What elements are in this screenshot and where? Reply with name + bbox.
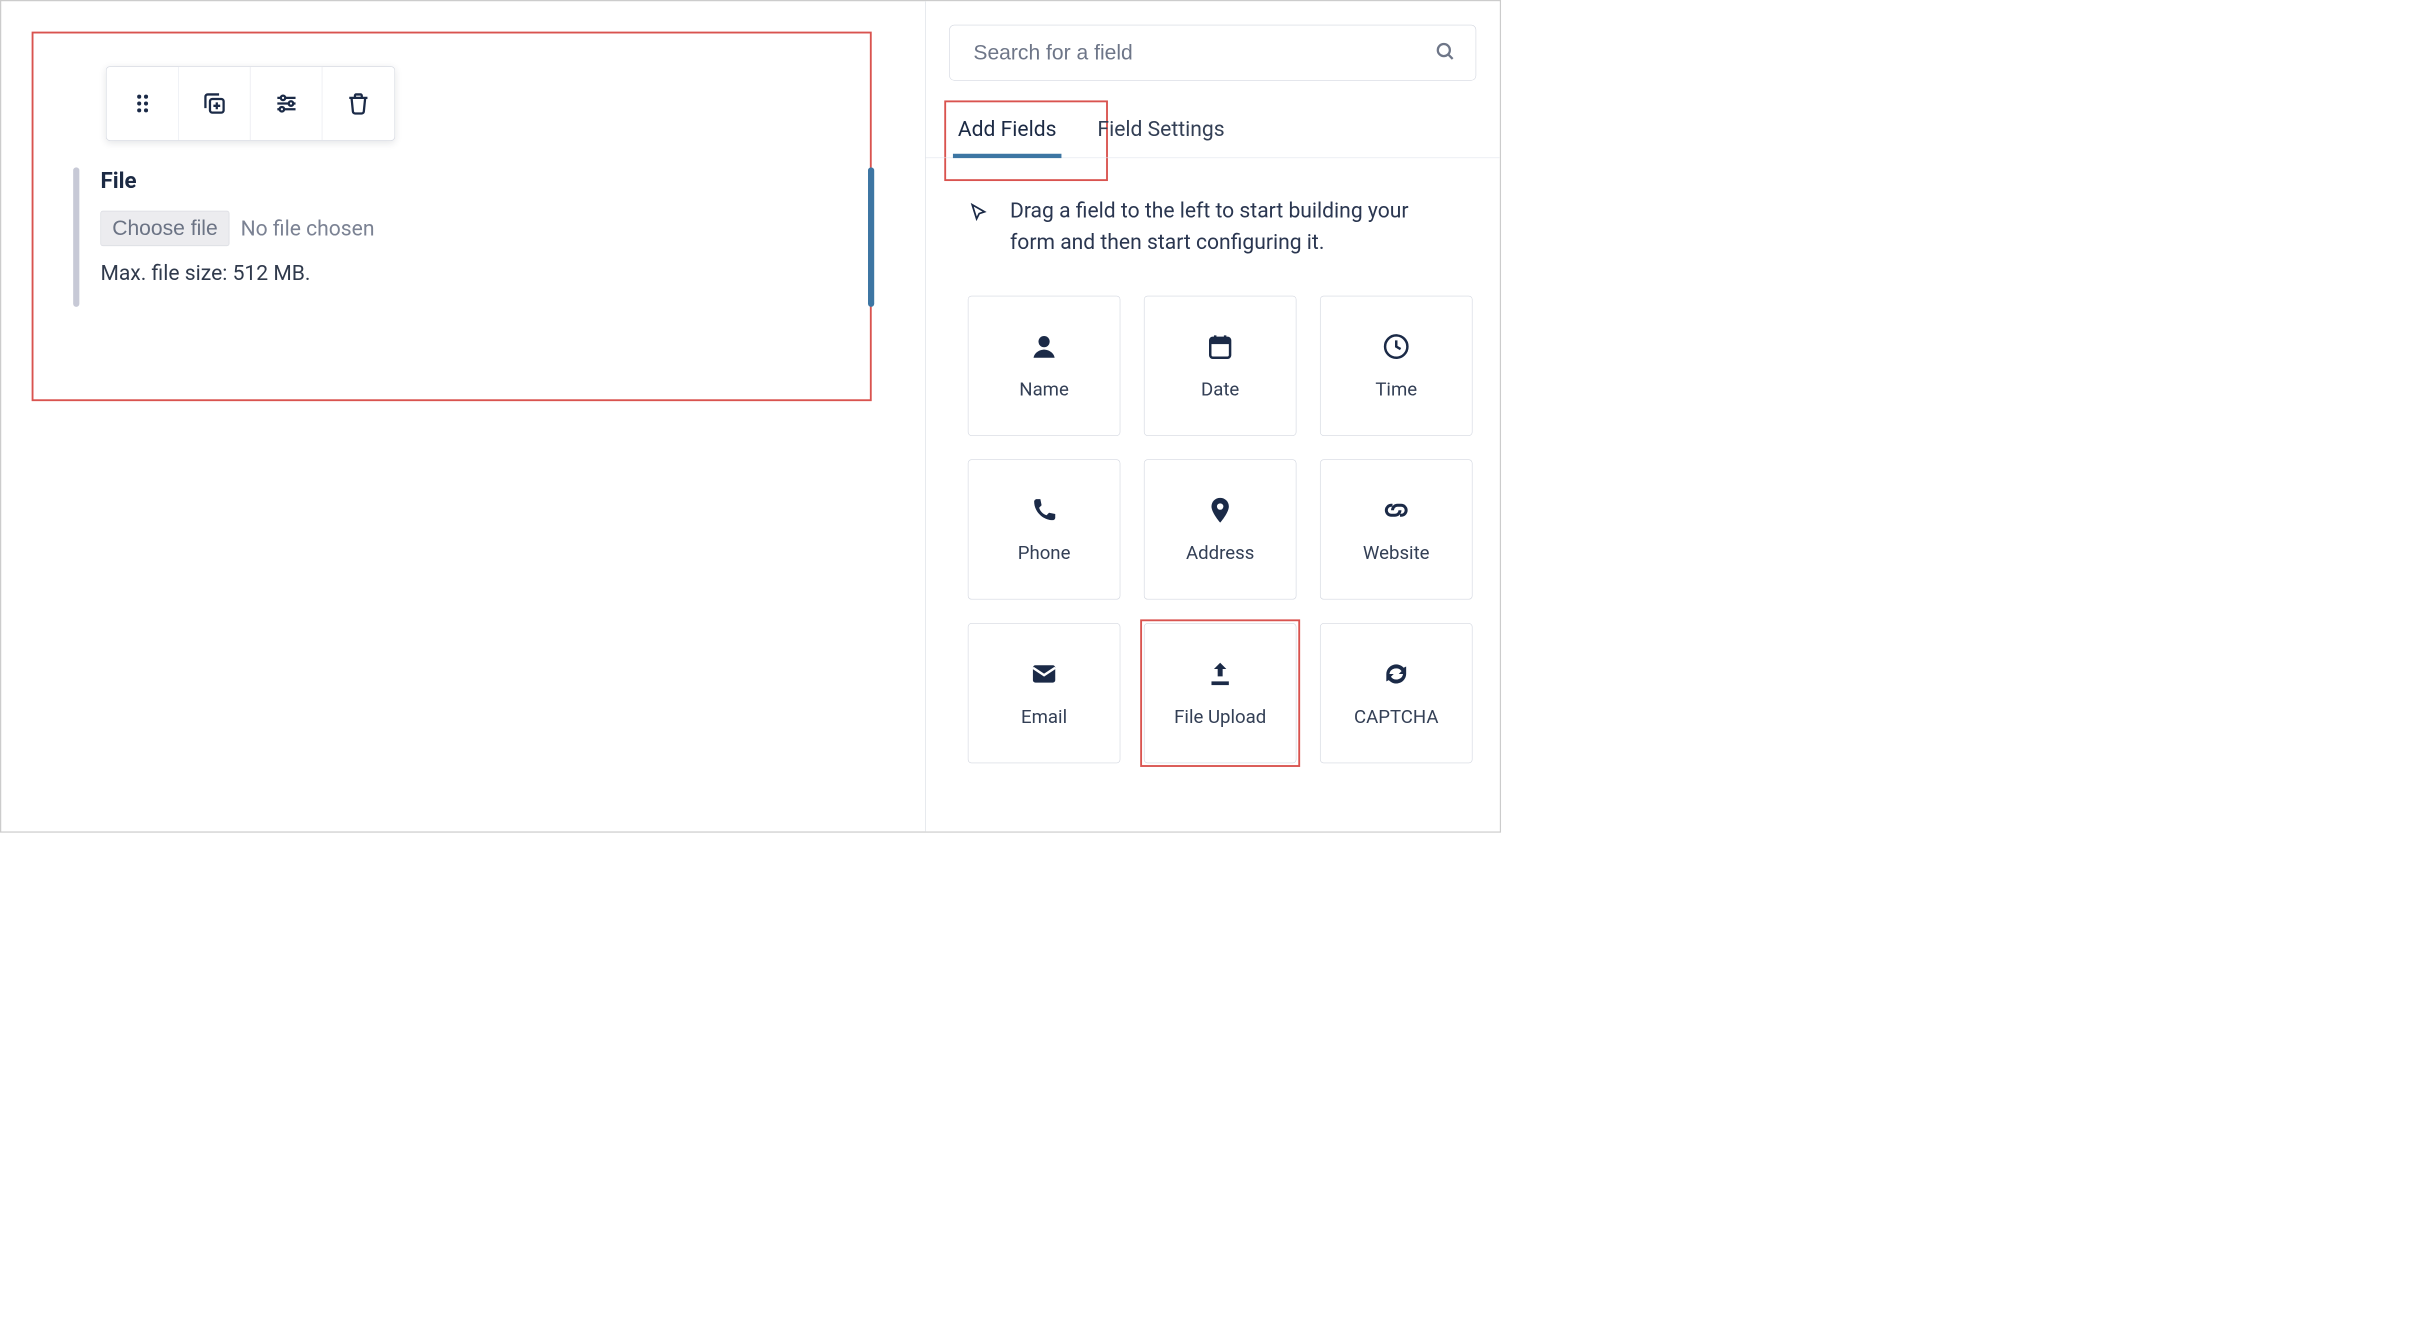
choose-file-button[interactable]: Choose file — [100, 211, 229, 246]
field-grid: Name Date Time Phone Address Website Email File… — [926, 283, 1500, 763]
duplicate-icon — [201, 90, 228, 117]
field-tile-captcha[interactable]: CAPTCHA — [1320, 623, 1473, 763]
file-input-row: Choose file No file chosen — [100, 211, 846, 246]
field-tile-name[interactable]: Name — [968, 296, 1121, 436]
field-tile-time[interactable]: Time — [1320, 296, 1473, 436]
field-tile-phone[interactable]: Phone — [968, 459, 1121, 599]
calendar-icon — [1205, 331, 1235, 361]
sliders-icon — [272, 90, 299, 117]
delete-button[interactable] — [322, 67, 394, 140]
tile-label: Name — [1019, 379, 1069, 401]
form-canvas[interactable]: File Choose file No file chosen Max. fil… — [1, 1, 925, 831]
sidebar: Add Fields Field Settings Drag a field t… — [925, 1, 1500, 831]
upload-icon — [1205, 659, 1235, 689]
tile-label: Email — [1021, 706, 1067, 728]
instruction-text: Drag a field to the left to start buildi… — [1010, 195, 1456, 258]
tile-label: Time — [1375, 379, 1417, 401]
field-tile-file-upload[interactable]: File Upload — [1144, 623, 1297, 763]
duplicate-button[interactable] — [179, 67, 251, 140]
tile-label: CAPTCHA — [1354, 706, 1438, 728]
search-input[interactable] — [949, 25, 1476, 81]
tile-label: Website — [1363, 542, 1430, 564]
file-size-hint: Max. file size: 512 MB. — [100, 261, 846, 286]
link-icon — [1381, 495, 1411, 525]
refresh-icon — [1381, 659, 1411, 689]
tile-label: File Upload — [1174, 706, 1266, 728]
field-tile-address[interactable]: Address — [1144, 459, 1297, 599]
clock-icon — [1381, 331, 1411, 361]
file-field-block[interactable]: File Choose file No file chosen Max. fil… — [73, 167, 874, 285]
settings-button[interactable] — [250, 67, 322, 140]
file-status-text: No file chosen — [241, 216, 375, 241]
drag-handle-icon — [129, 90, 156, 117]
search-icon — [1434, 40, 1456, 65]
field-tile-website[interactable]: Website — [1320, 459, 1473, 599]
tile-label: Date — [1201, 379, 1239, 401]
mail-icon — [1029, 659, 1059, 689]
field-label: File — [100, 167, 846, 193]
pin-icon — [1205, 495, 1235, 525]
cursor-icon — [968, 199, 989, 226]
field-toolbar — [106, 66, 395, 140]
field-tile-date[interactable]: Date — [1144, 296, 1297, 436]
tab-add-fields[interactable]: Add Fields — [955, 99, 1059, 157]
app-frame: File Choose file No file chosen Max. fil… — [0, 0, 1501, 833]
phone-icon — [1029, 495, 1059, 525]
tile-label: Phone — [1018, 542, 1071, 564]
drag-handle-button[interactable] — [107, 67, 179, 140]
tile-label: Address — [1186, 542, 1254, 564]
selection-bar-right — [868, 167, 874, 307]
tabs: Add Fields Field Settings — [926, 99, 1500, 158]
trash-icon — [345, 90, 372, 117]
field-tile-email[interactable]: Email — [968, 623, 1121, 763]
person-icon — [1029, 331, 1059, 361]
tab-field-settings[interactable]: Field Settings — [1095, 99, 1227, 157]
search-wrap — [949, 25, 1476, 81]
selection-bar-left — [73, 167, 79, 307]
